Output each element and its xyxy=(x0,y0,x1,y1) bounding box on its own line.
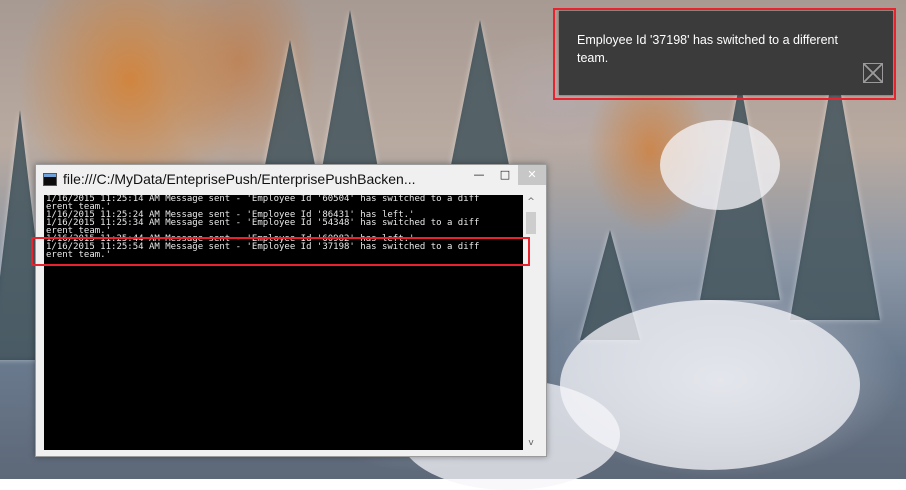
scroll-down-icon[interactable]: v xyxy=(523,436,539,450)
toast-highlight-box xyxy=(553,8,896,100)
wallpaper-tree xyxy=(450,20,510,170)
minimize-button[interactable]: — xyxy=(466,165,492,185)
wallpaper-tree xyxy=(320,10,380,180)
scroll-up-icon[interactable]: ^ xyxy=(523,195,539,209)
close-button[interactable]: ✕ xyxy=(518,165,546,185)
window-title: file:///C:/MyData/EnteprisePush/Enterpri… xyxy=(63,171,416,187)
console-line-highlight-box xyxy=(31,237,530,266)
title-bar[interactable]: file:///C:/MyData/EnteprisePush/Enterpri… xyxy=(36,165,546,193)
console-output[interactable]: 1/16/2015 11:25:14 AM Message sent - 'Em… xyxy=(44,195,523,450)
console-window[interactable]: file:///C:/MyData/EnteprisePush/Enterpri… xyxy=(35,164,547,457)
maximize-button[interactable]: □ xyxy=(492,165,518,185)
wallpaper-snow xyxy=(660,120,780,210)
scroll-thumb[interactable] xyxy=(526,212,536,234)
console-app-icon xyxy=(43,173,57,186)
vertical-scrollbar[interactable]: ^ v xyxy=(523,195,539,450)
